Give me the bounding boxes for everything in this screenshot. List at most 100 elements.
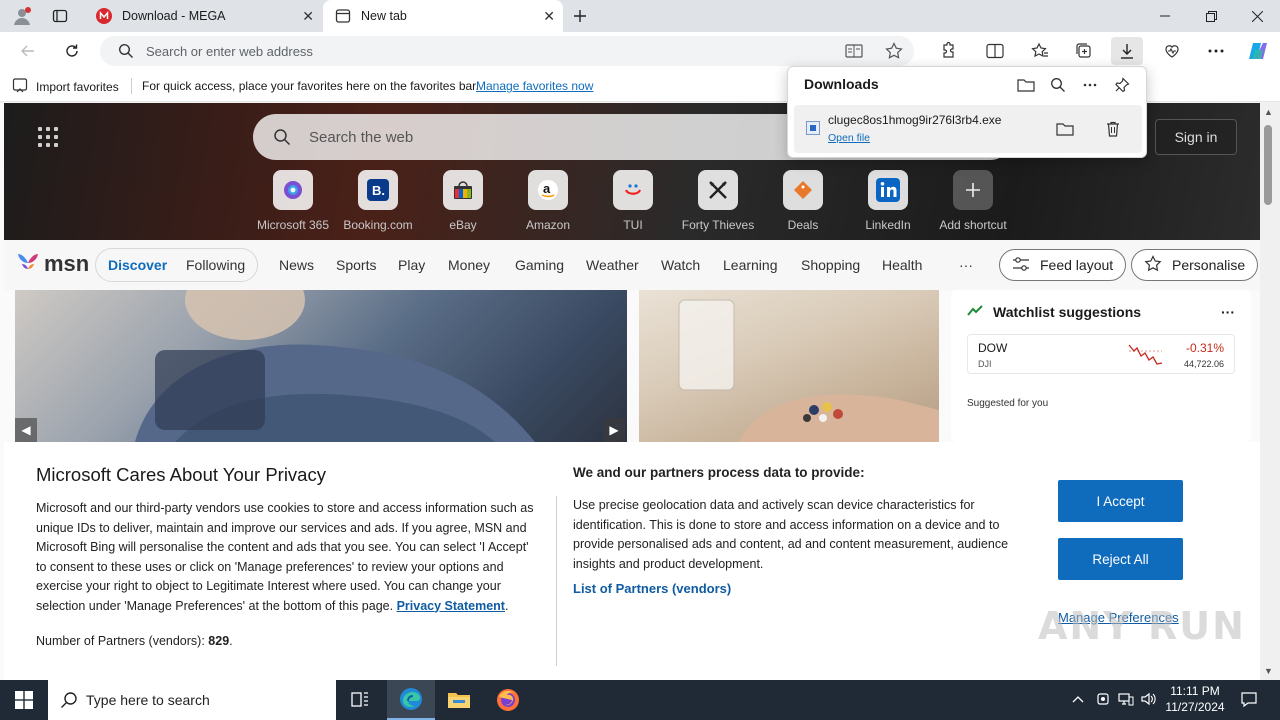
shortcut-amazon[interactable]: a Amazon — [508, 170, 588, 232]
nav-shopping[interactable]: Shopping — [801, 257, 860, 273]
shortcut-linkedin[interactable]: LinkedIn — [848, 170, 928, 232]
msn-logo[interactable]: msn — [16, 250, 89, 278]
reject-all-button[interactable]: Reject All — [1058, 538, 1183, 580]
immersive-reader-icon[interactable] — [838, 37, 870, 65]
close-window-button[interactable] — [1234, 0, 1280, 32]
close-tab-icon[interactable]: ✕ — [543, 8, 555, 25]
extensions-icon[interactable] — [931, 37, 963, 65]
copilot-icon[interactable] — [1242, 37, 1274, 65]
new-tab-button[interactable] — [566, 4, 594, 28]
feed-layout-button[interactable]: Feed layout — [999, 249, 1127, 281]
collections-icon[interactable] — [1068, 37, 1100, 65]
favorites-icon[interactable] — [1024, 37, 1056, 65]
carousel-prev-button[interactable]: ◀ — [15, 418, 37, 442]
tab-following[interactable]: Following — [186, 257, 245, 273]
stock-symbol: DOW — [978, 341, 1008, 355]
download-item[interactable]: clugec8os1hmog9ir276l3rb4.exe Open file — [794, 105, 1142, 153]
shortcut-booking[interactable]: B. Booking.com — [338, 170, 418, 232]
restore-button[interactable] — [1188, 0, 1234, 32]
personalise-button[interactable]: Personalise — [1131, 249, 1259, 281]
import-favorites-icon — [12, 77, 28, 96]
nav-news[interactable]: News — [279, 257, 314, 273]
import-favorites-button[interactable]: Import favorites — [12, 77, 119, 96]
m365-icon — [273, 170, 313, 210]
tab-actions-icon[interactable] — [46, 4, 74, 28]
search-icon — [60, 691, 78, 712]
tab-new-tab[interactable]: New tab ✕ — [323, 0, 563, 32]
tray-app-icon[interactable] — [1096, 692, 1110, 709]
address-bar[interactable]: Search or enter web address — [100, 36, 914, 66]
network-icon[interactable] — [1118, 692, 1134, 709]
search-downloads-icon[interactable] — [1044, 73, 1072, 97]
shortcut-tui[interactable]: TUI — [593, 170, 673, 232]
taskbar-search-box[interactable]: Type here to search — [48, 680, 336, 720]
shortcut-forty-thieves[interactable]: Forty Thieves — [678, 170, 758, 232]
accept-button[interactable]: I Accept — [1058, 480, 1183, 522]
volume-icon[interactable] — [1141, 692, 1157, 709]
add-shortcut-button[interactable]: Add shortcut — [933, 170, 1013, 232]
stock-sparkline — [1128, 344, 1163, 365]
shortcut-label: TUI — [623, 218, 643, 232]
nav-weather[interactable]: Weather — [586, 257, 639, 273]
tab-mega-download[interactable]: Download - MEGA ✕ — [84, 0, 322, 32]
refresh-button[interactable] — [58, 39, 86, 63]
open-downloads-folder-icon[interactable] — [1012, 73, 1040, 97]
partners-list-link[interactable]: List of Partners (vendors) — [573, 581, 731, 596]
shortcut-label: Amazon — [525, 218, 571, 232]
scrollbar-thumb[interactable] — [1264, 125, 1272, 205]
news-card-hero-image[interactable]: ◀ ▶ — [15, 290, 627, 442]
close-tab-icon[interactable]: ✕ — [302, 8, 314, 25]
show-hidden-icons-icon[interactable] — [1072, 692, 1084, 706]
privacy-consent-panel: Microsoft Cares About Your Privacy Micro… — [4, 442, 1260, 680]
notifications-icon[interactable] — [1240, 690, 1258, 711]
scroll-up-icon[interactable]: ▲ — [1264, 107, 1273, 117]
tab-discover[interactable]: Discover — [108, 257, 167, 273]
personalise-icon — [1144, 254, 1162, 276]
browser-essentials-icon[interactable] — [1156, 37, 1188, 65]
page-scrollbar[interactable]: ▲ ▼ — [1260, 103, 1280, 680]
taskbar-clock[interactable]: 11:11 PM 11/27/2024 — [1160, 683, 1230, 715]
sign-in-button[interactable]: Sign in — [1155, 119, 1237, 155]
downloads-more-icon[interactable] — [1076, 73, 1104, 97]
favorite-star-icon[interactable] — [878, 37, 910, 65]
scroll-down-icon[interactable]: ▼ — [1264, 666, 1273, 676]
shortcut-label: Microsoft 365 — [256, 218, 330, 232]
nav-sports[interactable]: Sports — [336, 257, 376, 273]
news-card-pills-image[interactable] — [639, 290, 939, 442]
app-launcher-icon[interactable] — [38, 127, 58, 147]
shortcut-ebay[interactable]: eBay — [423, 170, 503, 232]
nav-watch[interactable]: Watch — [661, 257, 700, 273]
delete-icon[interactable] — [1100, 117, 1126, 141]
shortcut-deals[interactable]: Deals — [763, 170, 843, 232]
pin-icon[interactable] — [1108, 73, 1136, 97]
downloads-icon[interactable] — [1111, 37, 1143, 65]
nav-more-button[interactable]: ··· — [959, 257, 973, 273]
minimize-button[interactable] — [1142, 0, 1188, 32]
settings-more-icon[interactable] — [1200, 37, 1232, 65]
nav-gaming[interactable]: Gaming — [515, 257, 564, 273]
open-file-link[interactable]: Open file — [828, 132, 870, 144]
address-toolbar: Search or enter web address — [0, 32, 1280, 70]
stock-row[interactable]: DOW DJI -0.31% 44,722.06 — [967, 334, 1235, 374]
shortcut-microsoft-365[interactable]: Microsoft 365 — [253, 170, 333, 232]
linkedin-icon — [868, 170, 908, 210]
start-button[interactable] — [0, 680, 48, 720]
search-icon — [118, 43, 134, 62]
carousel-next-button[interactable]: ▶ — [603, 418, 625, 442]
file-explorer-icon[interactable] — [435, 680, 483, 720]
watchlist-more-button[interactable]: ··· — [1221, 304, 1235, 320]
firefox-icon[interactable] — [484, 680, 532, 720]
nav-play[interactable]: Play — [398, 257, 425, 273]
task-view-icon[interactable] — [336, 680, 384, 720]
nav-money[interactable]: Money — [448, 257, 490, 273]
edge-taskbar-icon[interactable] — [387, 680, 435, 720]
show-in-folder-icon[interactable] — [1052, 117, 1078, 141]
profile-icon[interactable] — [8, 4, 36, 28]
manage-favorites-link[interactable]: Manage favorites now — [476, 79, 593, 93]
privacy-statement-link[interactable]: Privacy Statement — [397, 599, 505, 613]
partners-count: Number of Partners (vendors): 829. — [36, 634, 233, 648]
back-button[interactable] — [14, 39, 42, 63]
nav-learning[interactable]: Learning — [723, 257, 778, 273]
nav-health[interactable]: Health — [882, 257, 922, 273]
split-screen-icon[interactable] — [979, 37, 1011, 65]
